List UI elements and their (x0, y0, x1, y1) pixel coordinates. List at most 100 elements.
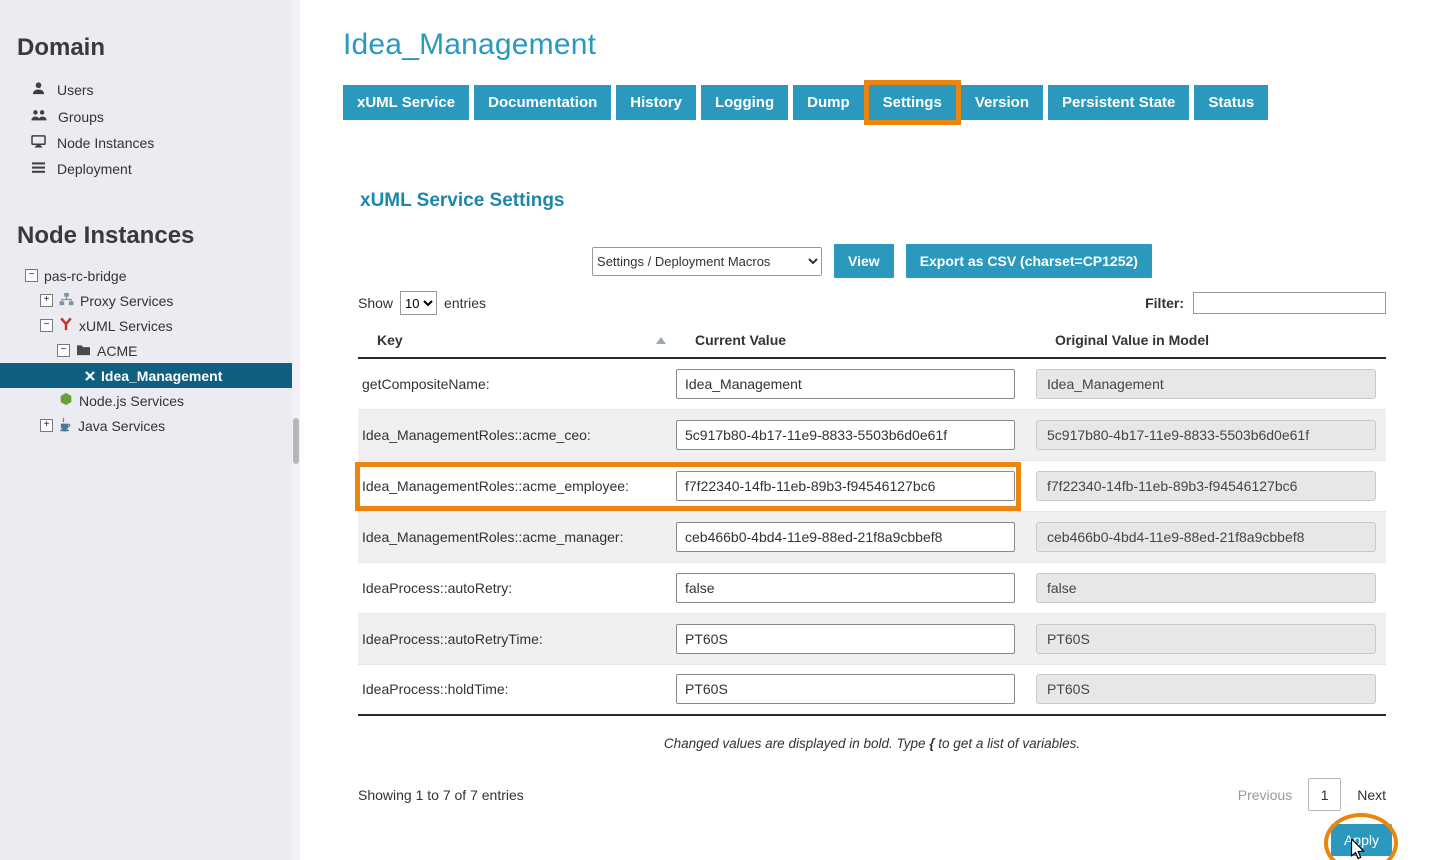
current-value-input[interactable] (676, 573, 1015, 603)
tab-history[interactable]: History (616, 85, 696, 120)
apply-row: Apply (358, 824, 1392, 856)
tree-node-label: Java Services (78, 418, 165, 434)
setting-key: Idea_ManagementRoles::acme_ceo: (358, 409, 676, 460)
tab-documentation[interactable]: Documentation (474, 85, 611, 120)
tab-xuml-service[interactable]: xUML Service (343, 85, 469, 120)
current-value-input[interactable] (676, 522, 1015, 552)
xuml-icon (59, 317, 73, 334)
setting-key: IdeaProcess::holdTime: (358, 664, 676, 715)
tree-node-idea-management[interactable]: Idea_Management (0, 363, 300, 388)
original-value: PT60S (1036, 624, 1376, 654)
tab-persistent-state[interactable]: Persistent State (1048, 85, 1189, 120)
collapse-icon[interactable] (40, 319, 53, 332)
entries-label: entries (444, 295, 486, 311)
expand-icon[interactable] (40, 419, 53, 432)
tree-node-java-services[interactable]: Java Services (0, 413, 300, 438)
previous-page-button[interactable]: Previous (1238, 787, 1292, 803)
filter-input[interactable] (1193, 292, 1386, 314)
sidebar-item-users[interactable]: Users (0, 76, 300, 104)
sidebar-scrollbar-thumb[interactable] (293, 418, 299, 464)
collapse-icon[interactable] (25, 269, 38, 282)
tree-node-label: Idea_Management (101, 368, 222, 384)
tree-node-proxy-services[interactable]: Proxy Services (0, 288, 300, 313)
show-label: Show (358, 295, 393, 311)
tree-node-label: Node.js Services (79, 393, 184, 409)
sidebar: Domain Users Groups Node Instances Deplo… (0, 0, 300, 860)
tab-version[interactable]: Version (961, 85, 1043, 120)
filter-label: Filter: (1145, 295, 1184, 311)
expand-icon[interactable] (40, 294, 53, 307)
view-button[interactable]: View (834, 244, 894, 278)
original-value: 5c917b80-4b17-11e9-8833-5503b6d0e61f (1036, 420, 1376, 450)
table-row: getCompositeName: Idea_Management (358, 358, 1386, 409)
java-icon (59, 417, 72, 435)
page-size-control: Show 10 entries (358, 291, 486, 315)
domain-heading: Domain (0, 0, 300, 62)
tree-node-nodejs-services[interactable]: Node.js Services (0, 388, 300, 413)
nodejs-icon (59, 392, 73, 409)
original-value: Idea_Management (1036, 369, 1376, 399)
apply-button[interactable]: Apply (1331, 824, 1392, 856)
current-value-input[interactable] (676, 471, 1015, 501)
sidebar-item-label: Groups (58, 109, 104, 125)
macro-select[interactable]: Settings / Deployment Macros (592, 247, 822, 276)
node-tree: pas-rc-bridge Proxy Services xUML Servic… (0, 263, 300, 438)
setting-key: IdeaProcess::autoRetry: (358, 562, 676, 613)
tab-logging[interactable]: Logging (701, 85, 788, 120)
main-content: Idea_Management xUML Service Documentati… (300, 0, 1439, 860)
table-row: Idea_ManagementRoles::acme_manager: ceb4… (358, 511, 1386, 562)
group-icon (31, 109, 47, 125)
original-value: false (1036, 573, 1376, 603)
node-instances-heading: Node Instances (0, 182, 300, 250)
original-value: ceb466b0-4bd4-11e9-88ed-21f8a9cbbef8 (1036, 522, 1376, 552)
sidebar-item-node-instances[interactable]: Node Instances (0, 130, 300, 156)
tree-node-label: xUML Services (79, 318, 173, 334)
column-header-key[interactable]: Key (358, 325, 676, 358)
app-root: Domain Users Groups Node Instances Deplo… (0, 0, 1439, 860)
table-controls: Show 10 entries Filter: (358, 291, 1386, 315)
help-note: Changed values are displayed in bold. Ty… (358, 736, 1386, 751)
table-footer: Showing 1 to 7 of 7 entries Previous 1 N… (358, 778, 1386, 811)
tab-dump[interactable]: Dump (793, 85, 864, 120)
column-header-current-value[interactable]: Current Value (676, 325, 1036, 358)
collapse-icon[interactable] (57, 344, 70, 357)
current-value-input[interactable] (676, 674, 1015, 704)
next-page-button[interactable]: Next (1357, 787, 1386, 803)
list-icon (31, 161, 46, 177)
table-row: IdeaProcess::autoRetryTime: PT60S (358, 613, 1386, 664)
page-size-select[interactable]: 10 (400, 291, 437, 315)
tab-settings[interactable]: Settings (869, 85, 956, 120)
current-value-input[interactable] (676, 624, 1015, 654)
settings-table: Key Current Value Original Value in Mode… (358, 325, 1386, 716)
entries-summary: Showing 1 to 7 of 7 entries (358, 787, 524, 803)
tab-bar: xUML Service Documentation History Loggi… (343, 85, 1401, 120)
sidebar-item-label: Users (57, 82, 94, 98)
current-value-input[interactable] (676, 420, 1015, 450)
export-csv-button[interactable]: Export as CSV (charset=CP1252) (906, 244, 1152, 278)
setting-key: IdeaProcess::autoRetryTime: (358, 613, 676, 664)
tree-node-xuml-services[interactable]: xUML Services (0, 313, 300, 338)
tree-node-label: Proxy Services (80, 293, 173, 309)
sidebar-item-deployment[interactable]: Deployment (0, 156, 300, 182)
setting-key: Idea_ManagementRoles::acme_manager: (358, 511, 676, 562)
current-value-input[interactable] (676, 369, 1015, 399)
original-value: PT60S (1036, 674, 1376, 704)
monitor-icon (31, 135, 46, 151)
tree-node-bridge[interactable]: pas-rc-bridge (0, 263, 300, 288)
table-header-row: Key Current Value Original Value in Mode… (358, 325, 1386, 358)
tree-node-acme[interactable]: ACME (0, 338, 300, 363)
filter-control: Filter: (1145, 292, 1386, 314)
setting-key: getCompositeName: (358, 358, 676, 409)
macro-toolbar: Settings / Deployment Macros View Export… (358, 244, 1386, 278)
table-row: IdeaProcess::autoRetry: false (358, 562, 1386, 613)
sidebar-item-groups[interactable]: Groups (0, 104, 300, 130)
tree-node-label: pas-rc-bridge (44, 268, 126, 284)
proxy-icon (59, 292, 74, 310)
table-row: IdeaProcess::holdTime: PT60S (358, 664, 1386, 715)
folder-icon (76, 343, 91, 359)
tab-status[interactable]: Status (1194, 85, 1268, 120)
column-header-original-value[interactable]: Original Value in Model (1036, 325, 1386, 358)
original-value: f7f22340-14fb-11eb-89b3-f94546127bc6 (1036, 471, 1376, 501)
page-title: Idea_Management (343, 28, 1401, 62)
page-number-button[interactable]: 1 (1308, 778, 1341, 811)
